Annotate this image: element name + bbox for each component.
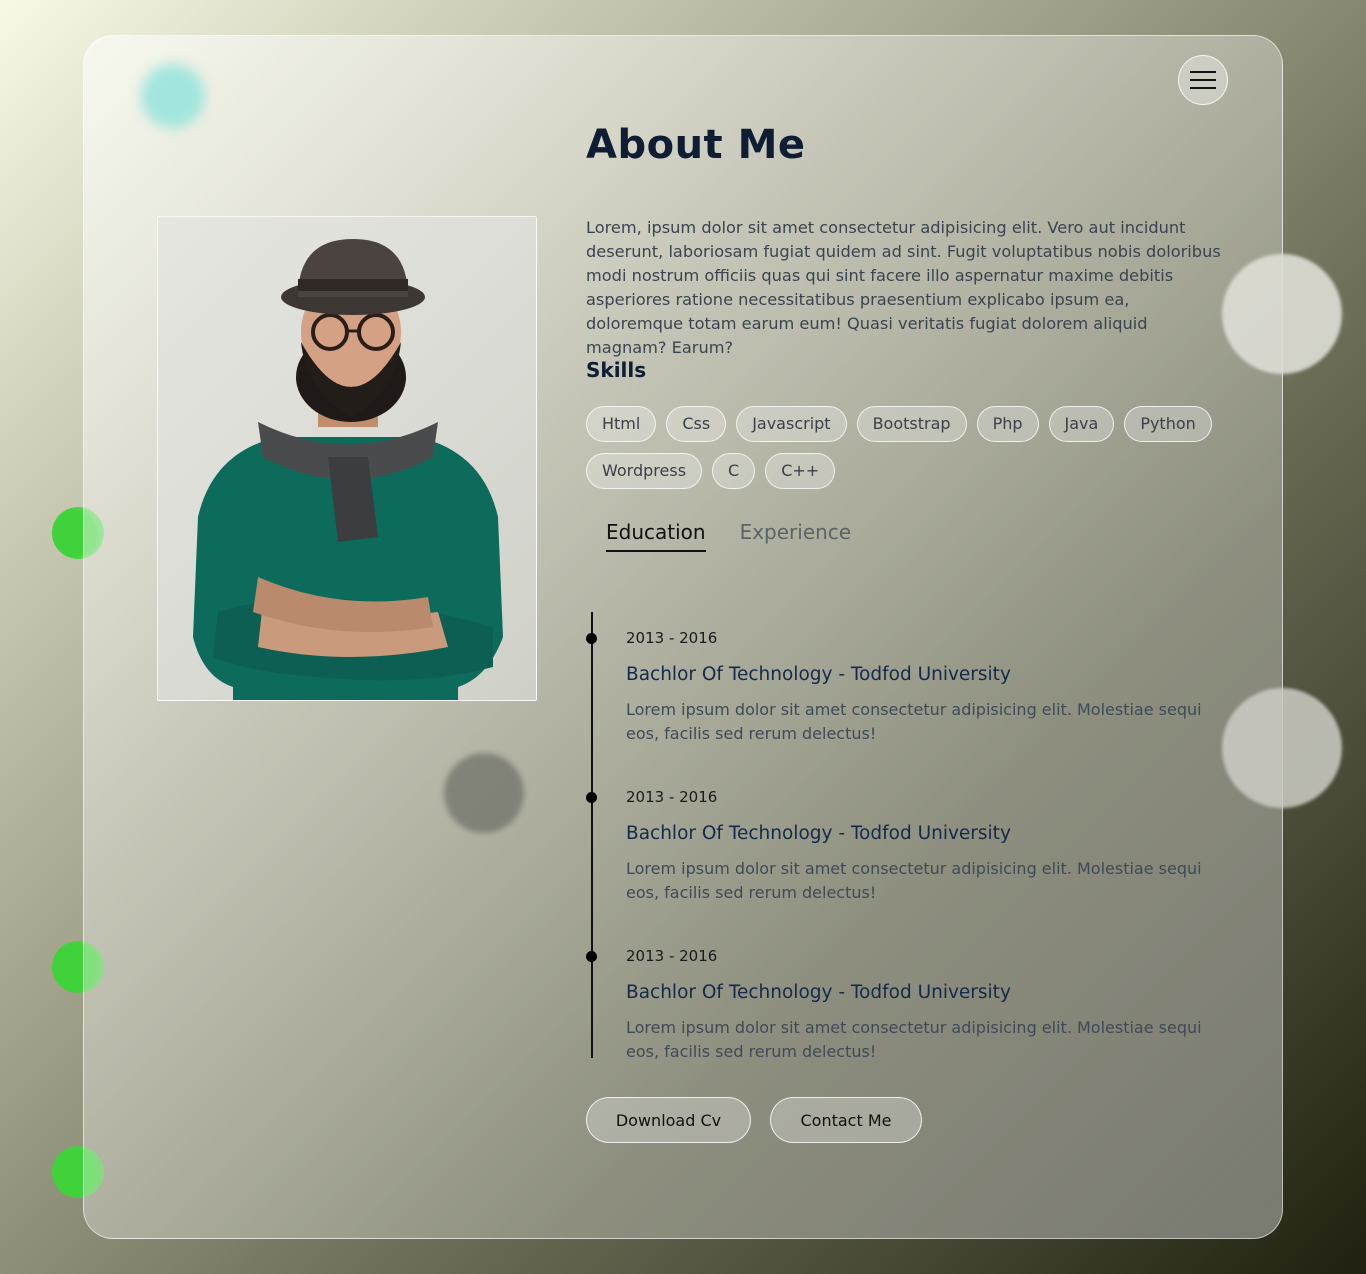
skill-chip: Bootstrap <box>856 406 967 442</box>
timeline-date: 2013 - 2016 <box>626 788 718 806</box>
intro-paragraph: Lorem, ipsum dolor sit amet consectetur … <box>586 218 1221 357</box>
skill-chip: Java <box>1048 406 1115 442</box>
skill-chip: C <box>712 453 756 489</box>
download-cv-button[interactable]: Download Cv <box>586 1097 751 1143</box>
skill-chip: Python <box>1124 406 1212 442</box>
tab-bar: Education Experience <box>606 520 851 552</box>
skill-chip: Javascript <box>736 406 847 442</box>
contact-me-button[interactable]: Contact Me <box>770 1097 922 1143</box>
skill-chip: Html <box>586 406 657 442</box>
skills-list: Html Css Javascript Bootstrap Php Java P… <box>586 406 1226 489</box>
timeline-description: Lorem ipsum dolor sit amet consectetur a… <box>626 1018 1202 1061</box>
timeline-title: Bachlor Of Technology - Todfod Universit… <box>626 664 1011 685</box>
decorative-white-circle <box>1222 254 1342 374</box>
page-title: About Me <box>586 122 806 168</box>
profile-photo <box>157 216 537 701</box>
tab-experience[interactable]: Experience <box>740 520 852 552</box>
decorative-white-circle <box>1222 688 1342 808</box>
hamburger-menu-icon[interactable] <box>1178 55 1228 105</box>
timeline-line <box>591 612 593 1058</box>
timeline-dot <box>586 951 597 962</box>
timeline-date: 2013 - 2016 <box>626 947 718 965</box>
decorative-teal-circle <box>141 64 205 128</box>
timeline-title: Bachlor Of Technology - Todfod Universit… <box>626 823 1011 844</box>
skill-chip: C++ <box>765 453 836 489</box>
timeline-date: 2013 - 2016 <box>626 629 718 647</box>
skill-chip: Php <box>976 406 1039 442</box>
timeline-description: Lorem ipsum dolor sit amet consectetur a… <box>626 859 1202 902</box>
tab-education[interactable]: Education <box>606 520 706 552</box>
timeline-dot <box>586 792 597 803</box>
education-timeline: 2013 - 2016 Bachlor Of Technology - Todf… <box>586 612 1236 1061</box>
skills-heading: Skills <box>586 358 647 382</box>
timeline-description: Lorem ipsum dolor sit amet consectetur a… <box>626 700 1202 743</box>
timeline-dot <box>586 633 597 644</box>
skill-chip: Css <box>666 406 727 442</box>
skill-chip: Wordpress <box>586 453 703 489</box>
decorative-gray-circle <box>444 753 524 833</box>
timeline-title: Bachlor Of Technology - Todfod Universit… <box>626 982 1011 1003</box>
